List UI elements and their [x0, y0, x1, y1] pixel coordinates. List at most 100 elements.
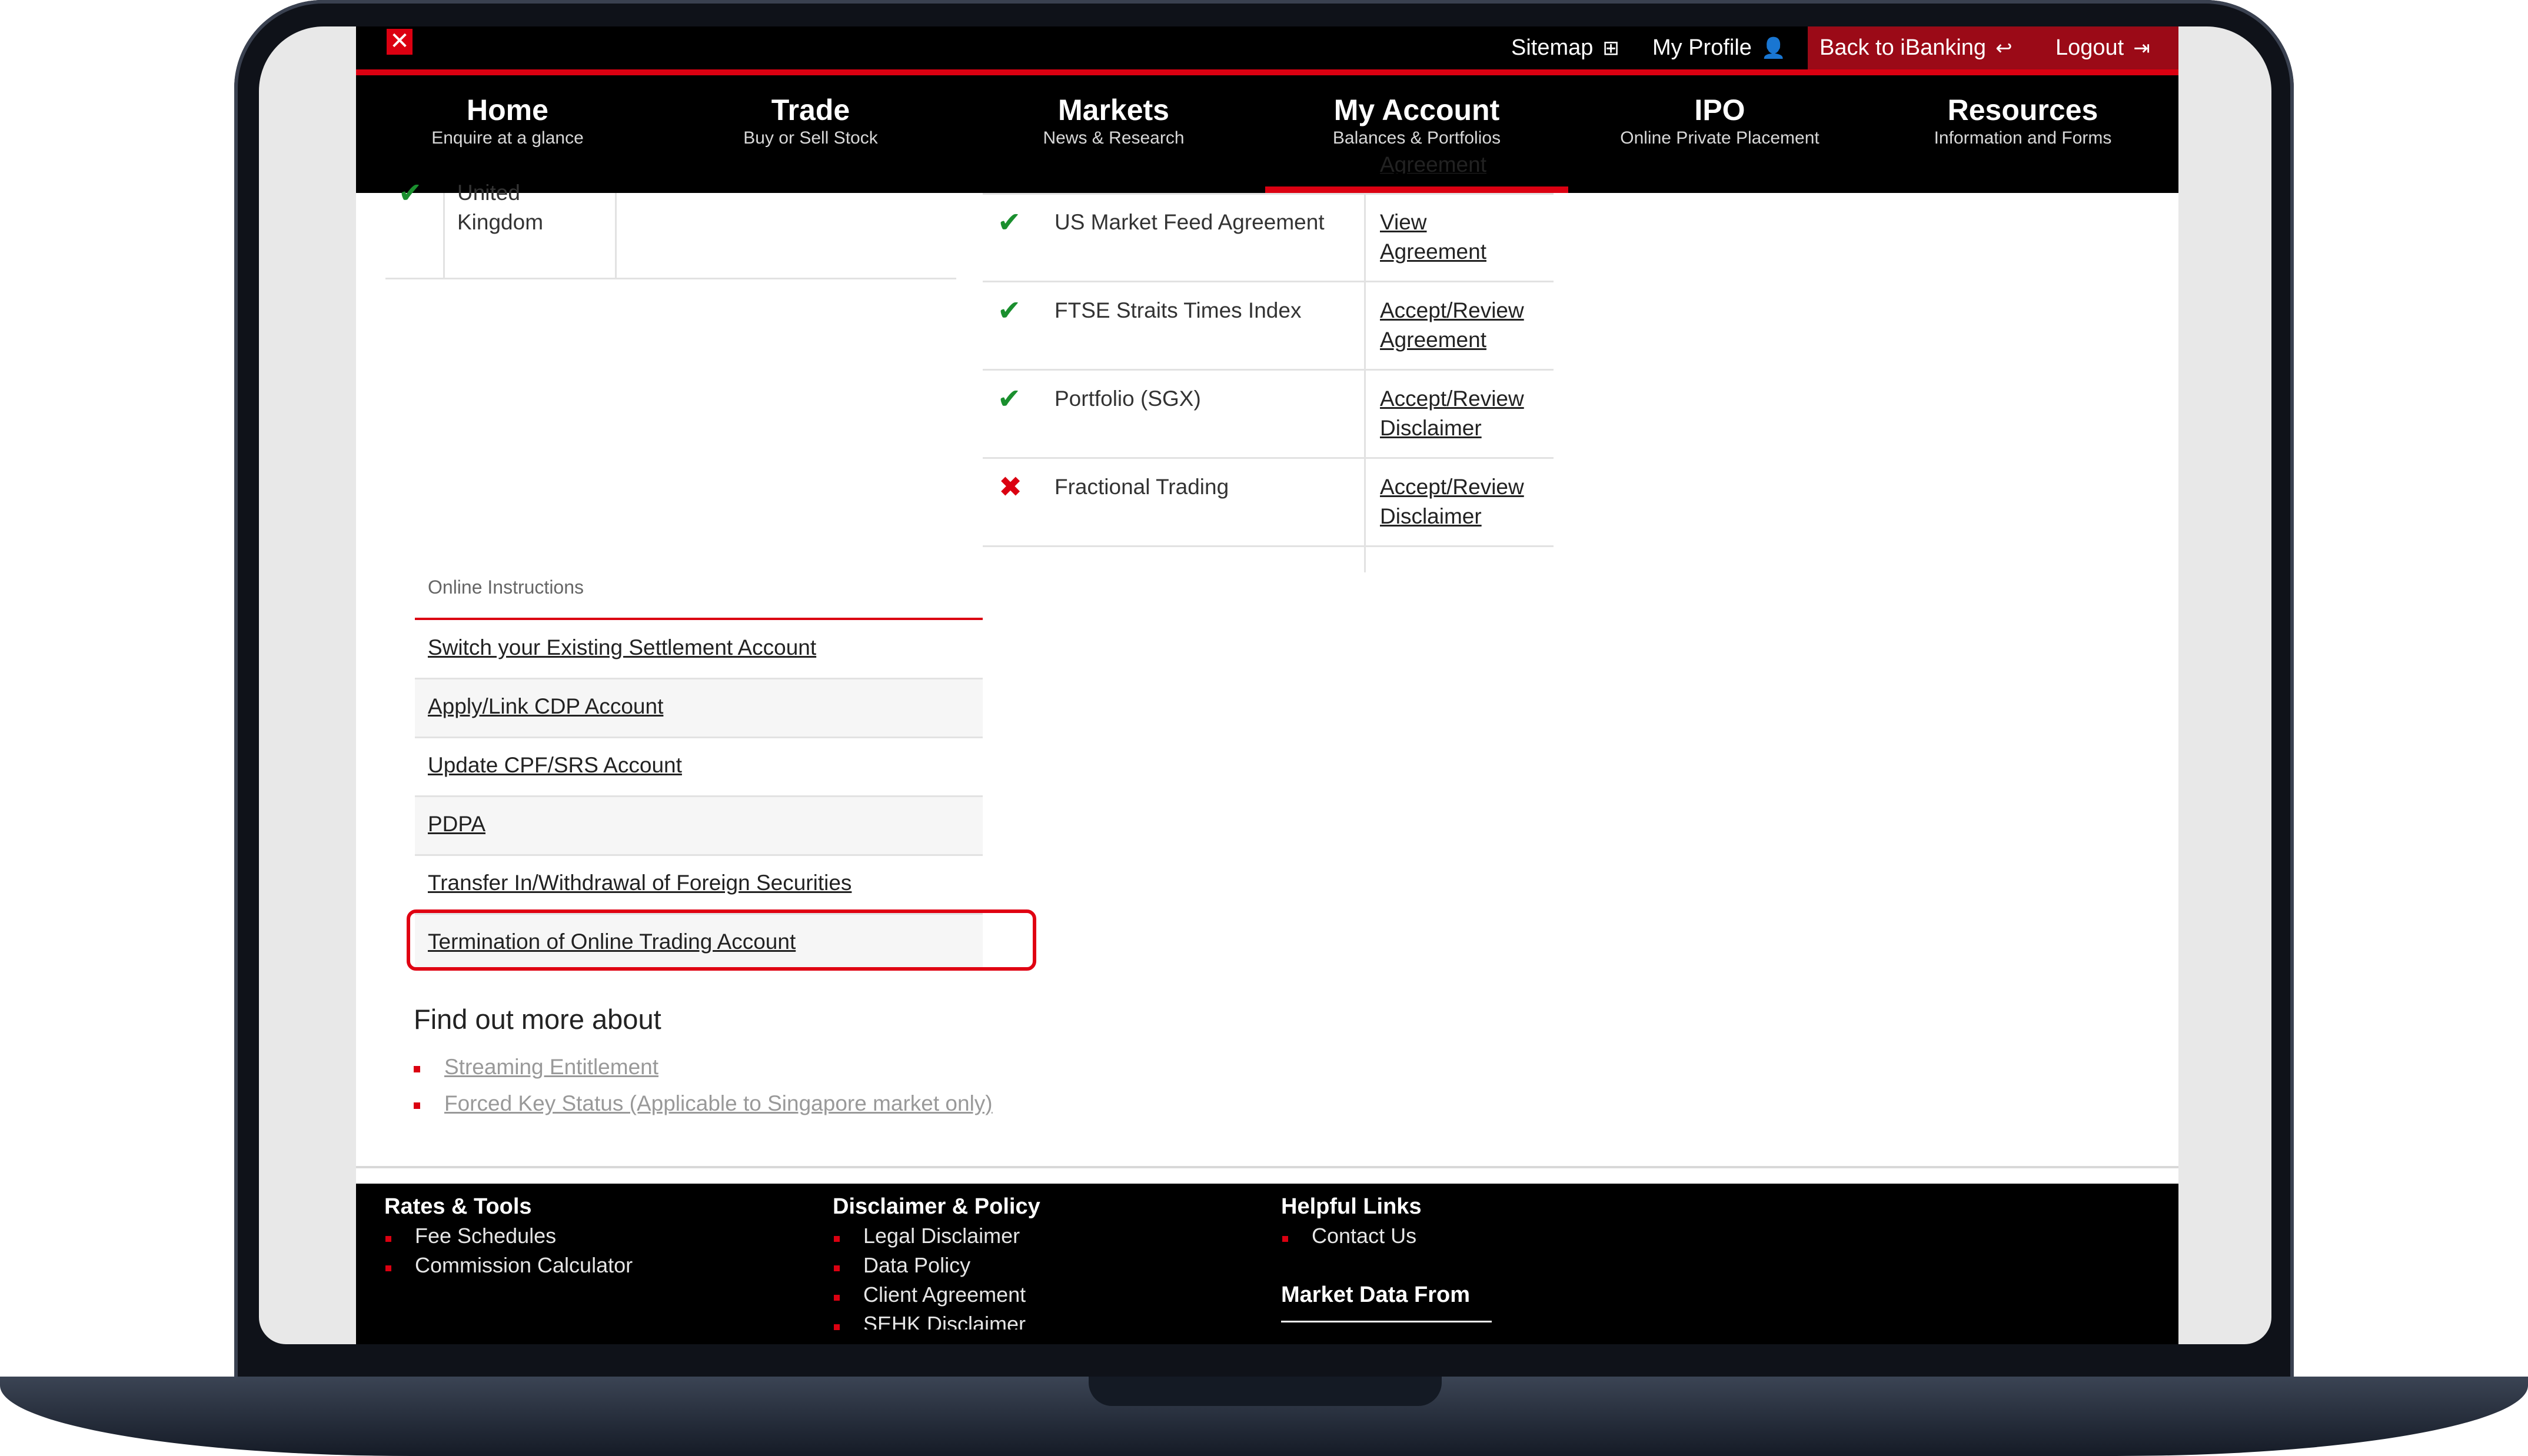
agreement-name: US Market Feed Agreement — [1055, 210, 1325, 234]
check-icon: ✔ — [997, 384, 1022, 415]
user-icon: 👤 — [1761, 37, 1787, 59]
nav-markets[interactable]: Markets News & Research — [962, 75, 1265, 193]
instruction-link[interactable]: PDPA — [428, 812, 485, 837]
nav-title: Home — [467, 94, 548, 126]
divider — [415, 854, 983, 856]
nav-subtitle: Buy or Sell Stock — [743, 128, 878, 148]
divider — [415, 737, 983, 738]
sitemap-icon: ⊞ — [1602, 37, 1619, 59]
divider — [983, 545, 1554, 547]
divider — [1364, 193, 1366, 572]
footer-heading: Market Data From — [1281, 1282, 1470, 1307]
bullet-icon — [414, 1066, 420, 1072]
bullet-icon — [414, 1102, 420, 1109]
agreement-name: Portfolio (SGX) — [1055, 387, 1201, 411]
nav-title: Resources — [1947, 94, 2098, 126]
my-profile-link[interactable]: My Profile 👤 — [1652, 26, 1786, 69]
footer-heading: Disclaimer & Policy — [833, 1194, 1040, 1219]
agreement-name: FTSE Straits Times Index — [1055, 298, 1302, 322]
sitemap-link[interactable]: Sitemap ⊞ — [1511, 26, 1619, 69]
instruction-link[interactable]: Update CPF/SRS Account — [428, 753, 682, 778]
divider — [983, 457, 1554, 459]
online-instructions-heading: Online Instructions — [428, 577, 584, 598]
find-out-more-link[interactable]: Forced Key Status (Applicable to Singapo… — [444, 1091, 993, 1116]
agreement-name: Fractional Trading — [1055, 475, 1229, 499]
market-name: Kingdom — [457, 210, 544, 234]
nav-title: Trade — [771, 94, 850, 126]
divider — [615, 193, 617, 278]
check-icon: ✔ — [997, 207, 1022, 238]
footer-link[interactable]: Data Policy — [863, 1253, 970, 1278]
agreement-link[interactable]: Accept/Review — [1380, 298, 1524, 323]
logout-label: Logout — [2055, 35, 2124, 60]
divider — [983, 369, 1554, 371]
footer-link[interactable]: Contact Us — [1312, 1224, 1416, 1248]
divider — [983, 193, 1554, 195]
divider — [385, 278, 956, 279]
agreement-link[interactable]: View — [1380, 210, 1427, 235]
check-icon: ✔ — [398, 178, 423, 209]
logout-link[interactable]: Logout ⇥ — [2055, 26, 2150, 69]
nav-subtitle: Online Private Placement — [1620, 128, 1820, 148]
agreement-link[interactable]: Disclaimer — [1380, 504, 1482, 529]
footer-link[interactable]: Fee Schedules — [415, 1224, 556, 1248]
my-profile-label: My Profile — [1652, 35, 1752, 60]
agreement-link[interactable]: Disclaimer — [1380, 416, 1482, 441]
nav-subtitle: Information and Forms — [1934, 128, 2112, 148]
divider — [443, 193, 445, 278]
agreement-link[interactable]: Agreement — [1380, 152, 1486, 174]
top-bar-accent — [356, 69, 2178, 75]
nav-title: My Account — [1333, 94, 1500, 126]
bullet-icon — [834, 1295, 840, 1301]
row-bg — [415, 797, 983, 854]
nav-subtitle: Enquire at a glance — [431, 128, 584, 148]
nav-ipo[interactable]: IPO Online Private Placement — [1568, 75, 1871, 193]
nav-my-account[interactable]: My Account Balances & Portfolios — [1265, 75, 1568, 193]
footer-heading: Rates & Tools — [384, 1194, 532, 1219]
instruction-link[interactable]: Apply/Link CDP Account — [428, 694, 663, 719]
bullet-icon — [1282, 1236, 1288, 1242]
logout-icon: ⇥ — [2133, 37, 2150, 59]
footer-link[interactable]: SEHK Disclaimer — [863, 1312, 1026, 1330]
trading-app: ✕ Sitemap ⊞ My Profile 👤 Back to iBanking ↩… — [356, 26, 2178, 1344]
footer-link[interactable]: Commission Calculator — [415, 1253, 633, 1278]
nav-resources[interactable]: Resources Information and Forms — [1871, 75, 2174, 193]
agreement-link[interactable]: Agreement — [1380, 328, 1486, 352]
nav-title: Markets — [1058, 94, 1169, 126]
reply-arrow-icon: ↩ — [1995, 37, 2013, 59]
hsbc-hexagon-icon[interactable]: ✕ — [387, 29, 413, 55]
footer-heading: Helpful Links — [1281, 1194, 1422, 1219]
back-to-ibanking-label: Back to iBanking — [1820, 35, 1987, 60]
bullet-icon — [385, 1265, 391, 1271]
instruction-link[interactable]: Transfer In/Withdrawal of Foreign Securi… — [428, 871, 851, 895]
bullet-icon — [834, 1265, 840, 1271]
nav-home[interactable]: Home Enquire at a glance — [356, 75, 659, 193]
bullet-icon — [834, 1236, 840, 1242]
section-underline — [415, 618, 983, 620]
find-out-more-link[interactable]: Streaming Entitlement — [444, 1055, 658, 1079]
agreement-link[interactable]: Accept/Review — [1380, 387, 1524, 411]
find-out-more-heading: Find out more about — [414, 1004, 661, 1035]
bullet-icon — [385, 1236, 391, 1242]
back-to-ibanking-link[interactable]: Back to iBanking ↩ — [1820, 26, 2013, 69]
instruction-link[interactable]: Switch your Existing Settlement Account — [428, 635, 816, 660]
nav-title: IPO — [1694, 94, 1745, 126]
cross-icon: ✖ — [999, 472, 1023, 503]
footer-separator — [356, 1166, 2178, 1168]
bullet-icon — [834, 1324, 840, 1330]
market-name: United — [457, 181, 520, 205]
agreement-link[interactable]: Accept/Review — [1380, 475, 1524, 499]
footer-link[interactable]: Legal Disclaimer — [863, 1224, 1020, 1248]
footer-underline — [1281, 1321, 1492, 1322]
nav-subtitle: News & Research — [1043, 128, 1185, 148]
highlight-box — [407, 909, 1036, 971]
laptop-notch — [1089, 1377, 1442, 1406]
nav-trade[interactable]: Trade Buy or Sell Stock — [659, 75, 962, 193]
agreement-link[interactable]: Agreement — [1380, 239, 1486, 264]
footer-link[interactable]: Client Agreement — [863, 1282, 1026, 1307]
divider — [983, 281, 1554, 282]
sitemap-label: Sitemap — [1511, 35, 1594, 60]
footer: Rates & Tools Fee Schedules Commission C… — [356, 1184, 2178, 1344]
top-bar: ✕ Sitemap ⊞ My Profile 👤 Back to iBanking ↩… — [356, 26, 2178, 69]
check-icon: ✔ — [997, 295, 1022, 326]
